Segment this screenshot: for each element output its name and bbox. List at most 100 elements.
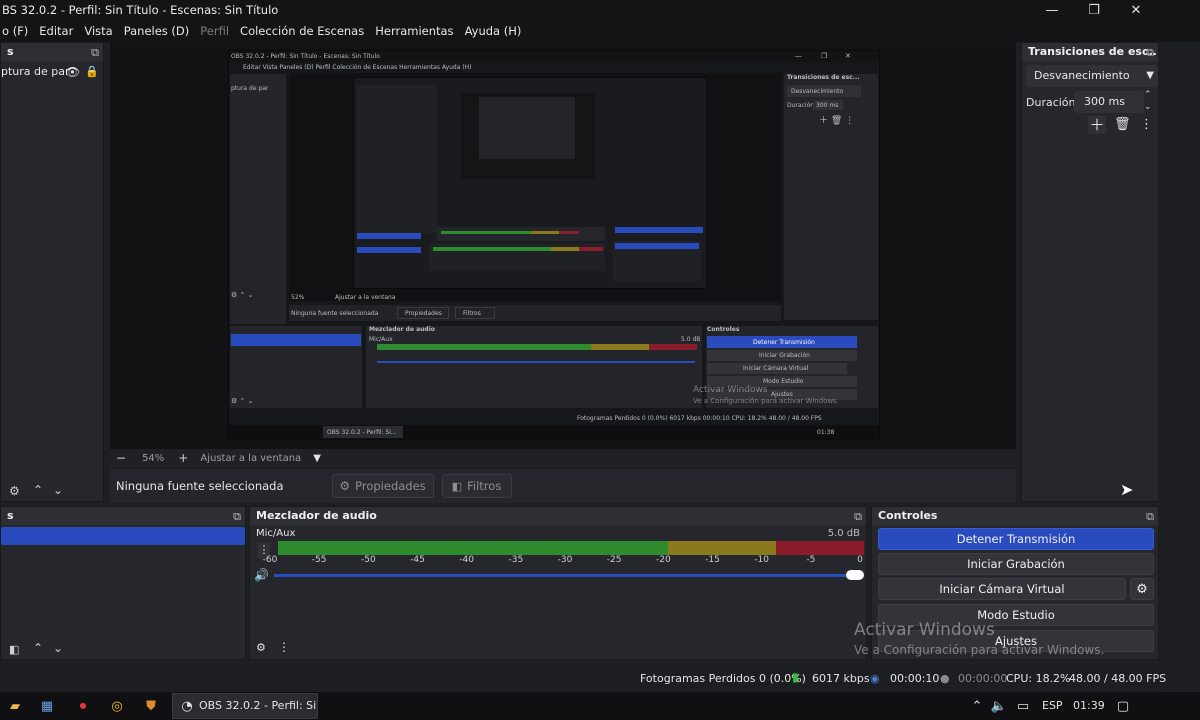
menu-docks[interactable]: Paneles (D) [124,24,190,38]
transitions-panel: Transiciones de esc... ⧉ Desvanecimiento… [1021,42,1159,502]
record-time: 00:00:00 [958,672,1008,685]
menu-scene-collection[interactable]: Colección de Escenas [240,24,364,38]
virtual-camera-button[interactable]: Iniciar Cámara Virtual [878,578,1126,600]
meter-tick-label: -20 [655,555,671,565]
move-down-icon[interactable]: ⌄ [53,641,63,655]
menu-tools[interactable]: Herramientas [375,24,453,38]
folder-icon[interactable]: ▰ [6,697,24,715]
nested-fit: Ajustar a la ventana [335,294,396,301]
nested-status: Fotogramas Perdidos 0 (0.0%) 6017 kbps 0… [577,415,822,422]
close-button[interactable]: ✕ [1116,0,1156,20]
dock-icon[interactable]: ⧉ [1146,508,1154,525]
nested-fade: Desvanecimiento [791,88,844,95]
record-app-icon[interactable]: ⏺ [74,697,92,715]
notifications-icon[interactable]: ▢ [1114,697,1132,715]
meter-tick-label: -30 [557,555,573,565]
scenes-panel: s ⧉ ◧ ⌃ ⌄ [0,506,246,660]
meter-tick-label: -40 [459,555,474,565]
nested-filters: Filtros [463,310,481,317]
virtual-camera-settings-icon[interactable]: ⚙ [1130,578,1154,600]
filter-icon: ◧ [451,479,463,493]
nested-duration-value: 300 ms [816,102,839,109]
meter-tick-label: -60 [262,555,278,565]
add-transition-button[interactable]: ＋ [1088,116,1106,134]
dock-icon[interactable]: ⧉ [1146,44,1154,61]
maximize-button[interactable]: ❐ [1074,0,1114,20]
dropped-frames: Fotogramas Perdidos 0 (0.0%) [640,672,806,685]
volume-slider-handle[interactable] [846,570,864,580]
mixer-settings-icon[interactable]: ⚙ [256,641,266,654]
nested-watermark-2: Ve a Configuración para activar Windows [693,397,837,405]
taskbar: ▰ ▦ ⏺ ◎ ⛊ OBS 32.0.2 - Perfil: Si... ◔ ⌃… [0,692,1200,720]
nested-taskbar-app: OBS 32.0.2 - Perfil: Si... [327,429,397,436]
menu-file[interactable]: o (F) [2,24,28,38]
network-icon[interactable]: ▭ [1014,697,1032,715]
chrome-icon[interactable]: ◎ [108,697,126,715]
nested-studio: Modo Estudio [763,378,804,385]
shield-icon[interactable]: ⛊ [142,697,160,715]
properties-label: Propiedades [355,479,426,493]
channel-name: Mic/Aux [256,528,296,539]
trash-icon[interactable]: 🗑 [1114,117,1131,132]
obs-icon: ◔ [181,698,193,714]
move-up-icon[interactable]: ⌃ [33,483,43,497]
minimize-button[interactable]: — [1032,0,1072,20]
dock-icon[interactable]: ⧉ [854,508,862,525]
language-indicator[interactable]: ESP [1042,699,1063,712]
zoom-out-button[interactable]: − [116,451,126,465]
dock-icon[interactable]: ⧉ [233,508,241,525]
properties-button[interactable]: ⚙ Propiedades [331,474,434,498]
obs-window: BS 32.0.2 - Perfil: Sin Título - Escenas… [0,0,1200,720]
nested-mixer: Mezclador de audio [369,326,435,333]
stream-icon: ◉ [870,672,880,685]
no-source-label: Ninguna fuente seleccionada [116,479,284,493]
mixer-menu-icon[interactable]: ⋮ [278,640,290,654]
source-item[interactable]: ptura de par 👁 🔒 [1,63,103,81]
nested-props: Propiedades [405,310,442,317]
gear-icon[interactable]: ⚙ [9,484,20,498]
scene-filter-icon[interactable]: ◧ [9,643,19,656]
bitrate: 6017 kbps [812,672,870,685]
title-bar: BS 32.0.2 - Perfil: Sin Título - Escenas… [0,0,1200,20]
menu-edit[interactable]: Editar [39,24,73,38]
scene-item-selected[interactable] [1,527,245,545]
duration-value: 300 ms [1084,95,1125,108]
source-toolbar: Ninguna fuente seleccionada ⚙ Propiedade… [110,469,1016,503]
volume-slider-track[interactable] [274,574,854,577]
duration-input[interactable]: 300 ms [1074,91,1144,113]
filters-button[interactable]: ◧ Filtros [441,474,512,498]
zoom-value: 54% [142,452,165,464]
move-down-icon[interactable]: ⌄ [53,483,63,497]
fit-window-label[interactable]: Ajustar a la ventana [200,453,301,464]
transition-select[interactable]: Desvanecimiento ▼ [1026,65,1158,87]
meter-green [278,541,668,555]
audio-mixer-panel: Mezclador de audio ⧉ Mic/Aux 5.0 dB ⋮ 🔊 … [249,506,867,660]
dock-icon[interactable]: ⧉ [91,44,99,61]
app-icon[interactable]: ▦ [38,697,56,715]
zoom-bar: − 54% + Ajustar a la ventana ▼ [110,449,1016,467]
menu-profile[interactable]: Perfil [200,24,229,38]
clock[interactable]: 01:39 [1073,699,1105,712]
move-up-icon[interactable]: ⌃ [33,641,43,655]
volume-icon[interactable]: 🔈 [990,697,1008,715]
nested-stop: Detener Transmisión [753,339,815,346]
meter-red [776,541,864,555]
nested-no-source: Ninguna fuente seleccionada [291,310,379,317]
nested-preview-image: OBS 32.0.2 - Perfil: Sin Título - Escena… [228,50,880,440]
more-options-icon[interactable]: ⋮ [1140,117,1153,132]
duration-stepper[interactable]: ⌃ ⌄ [1144,89,1152,113]
lock-icon[interactable]: 🔒 [85,63,99,81]
signal-icon: ▮ [792,670,799,684]
activate-windows-subtext: Ve a Configuración para activar Windows. [854,643,1105,657]
transitions-header: Transiciones de esc... ⧉ [1022,43,1158,61]
zoom-in-button[interactable]: + [178,451,188,465]
eye-icon[interactable]: 👁 [65,63,80,81]
meter-tick-label: -5 [806,555,816,565]
fit-dropdown-icon[interactable]: ▼ [313,453,321,464]
stop-stream-button[interactable]: Detener Transmisión [878,528,1154,550]
tray-chevron-icon[interactable]: ⌃ [968,697,986,715]
start-recording-button[interactable]: Iniciar Grabación [878,553,1154,575]
speaker-icon[interactable]: 🔊 [254,568,269,582]
menu-help[interactable]: Ayuda (H) [465,24,522,38]
menu-view[interactable]: Vista [84,24,112,38]
